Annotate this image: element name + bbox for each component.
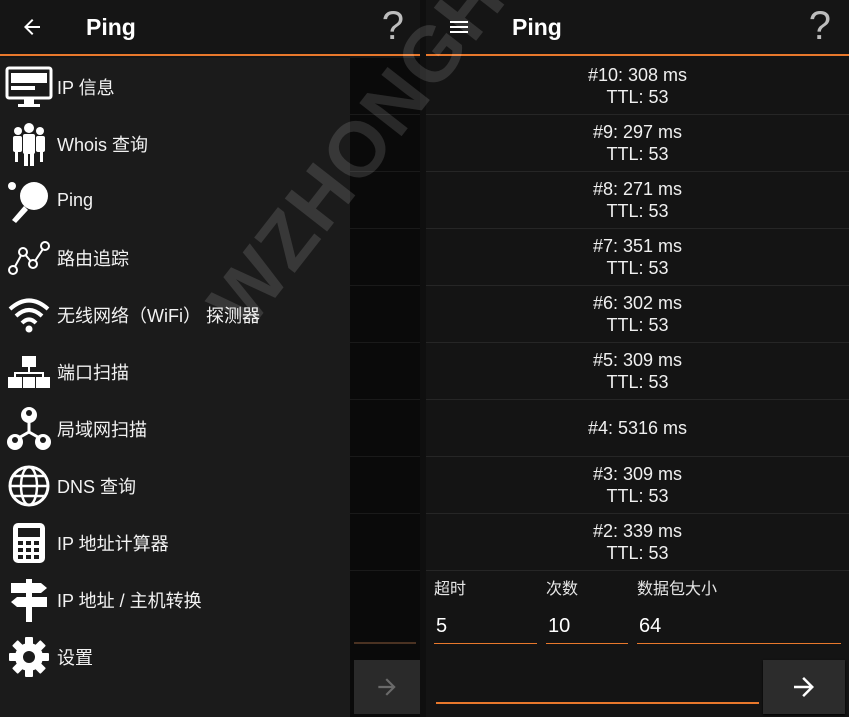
help-button[interactable]: ? bbox=[809, 4, 831, 48]
scrim-divider bbox=[350, 513, 420, 514]
drawer-item-settings[interactable]: 设置 bbox=[0, 628, 350, 685]
drawer-item-port-scan[interactable]: 端口扫描 bbox=[0, 343, 350, 400]
scrim-divider bbox=[350, 285, 420, 286]
result-time: #7: 351 ms bbox=[592, 236, 683, 256]
drawer-item-label: DNS 查询 bbox=[57, 476, 137, 497]
packet-size-input[interactable]: 64 bbox=[637, 606, 841, 644]
scrim-divider bbox=[350, 228, 420, 229]
drawer-item-ip-host-converter[interactable]: IP 地址 / 主机转换 bbox=[0, 571, 350, 628]
drawer-item-ip-info[interactable]: IP 信息 bbox=[0, 58, 350, 115]
list-item: #5: 309 ms TTL: 53 bbox=[426, 343, 849, 400]
result-ttl: TTL: 53 bbox=[606, 486, 669, 506]
result-time: #2: 339 ms bbox=[592, 521, 683, 541]
result-time: #4: 5316 ms bbox=[587, 418, 688, 438]
result-ttl: TTL: 53 bbox=[606, 543, 669, 563]
ping-settings-form: 超时 5 次数 10 数据包大小 64 bbox=[426, 570, 849, 717]
result-ttl: TTL: 53 bbox=[606, 258, 669, 278]
list-item: #3: 309 ms TTL: 53 bbox=[426, 457, 849, 514]
left-app-bar: Ping ? bbox=[0, 0, 420, 56]
result-time: #3: 309 ms bbox=[592, 464, 683, 484]
count-label: 次数 bbox=[546, 581, 579, 598]
globe-icon bbox=[0, 457, 57, 514]
back-button[interactable] bbox=[0, 0, 64, 54]
back-arrow-icon bbox=[24, 19, 40, 35]
wifi-icon bbox=[0, 286, 57, 343]
ping-pong-icon bbox=[0, 172, 57, 229]
result-ttl: TTL: 53 bbox=[606, 315, 669, 335]
drawer-scrim[interactable] bbox=[350, 58, 420, 717]
gear-icon bbox=[0, 628, 57, 685]
result-time: #8: 271 ms bbox=[592, 179, 683, 199]
ping-results-list[interactable]: #10: 308 ms TTL: 53 #9: 297 ms TTL: 53 #8:… bbox=[426, 58, 849, 571]
drawer-item-traceroute[interactable]: 路由追踪 bbox=[0, 229, 350, 286]
scrim-divider bbox=[350, 570, 420, 571]
scrim-divider bbox=[350, 171, 420, 172]
timeout-field: 超时 5 bbox=[434, 570, 537, 644]
list-item: #6: 302 ms TTL: 53 bbox=[426, 286, 849, 343]
list-item: #9: 297 ms TTL: 53 bbox=[426, 115, 849, 172]
host-input[interactable] bbox=[436, 660, 759, 704]
result-ttl: TTL: 53 bbox=[606, 372, 669, 392]
drawer-item-ip-calculator[interactable]: IP 地址计算器 bbox=[0, 514, 350, 571]
people-icon bbox=[0, 115, 57, 172]
dimmed-input-underline bbox=[354, 642, 416, 644]
drawer-item-ping[interactable]: Ping bbox=[0, 172, 350, 229]
list-item: #10: 308 ms TTL: 53 bbox=[426, 58, 849, 115]
hamburger-menu-icon bbox=[450, 21, 468, 33]
drawer-item-wifi-scanner[interactable]: 无线网络（WiFi） 探测器 bbox=[0, 286, 350, 343]
count-input[interactable]: 10 bbox=[546, 606, 628, 644]
result-time: #10: 308 ms bbox=[587, 65, 688, 85]
drawer-item-whois[interactable]: Whois 查询 bbox=[0, 115, 350, 172]
arrow-right-icon bbox=[794, 677, 814, 697]
result-time: #9: 297 ms bbox=[592, 122, 683, 142]
timeout-label: 超时 bbox=[434, 581, 467, 598]
help-button[interactable]: ? bbox=[382, 4, 404, 48]
drawer-item-label: IP 地址计算器 bbox=[57, 533, 169, 554]
drawer-item-label: 端口扫描 bbox=[57, 362, 129, 383]
page-title: Ping bbox=[86, 13, 136, 40]
packet-size-field: 数据包大小 64 bbox=[637, 570, 841, 644]
result-ttl: TTL: 53 bbox=[606, 201, 669, 221]
drawer-item-lan-scan[interactable]: 局域网扫描 bbox=[0, 400, 350, 457]
left-screen: Ping ? IP 信息 Whois 查询 Ping 路由追踪 无线网络（WiF… bbox=[0, 0, 420, 717]
drawer-item-label: Ping bbox=[57, 190, 94, 210]
route-nodes-icon bbox=[0, 229, 57, 286]
menu-button[interactable] bbox=[426, 0, 492, 54]
navigation-drawer: IP 信息 Whois 查询 Ping 路由追踪 无线网络（WiFi） 探测器 bbox=[0, 58, 350, 717]
scrim-divider bbox=[350, 456, 420, 457]
signpost-icon bbox=[0, 571, 57, 628]
monitor-icon bbox=[0, 58, 57, 115]
scrim-divider bbox=[350, 399, 420, 400]
list-item: #8: 271 ms TTL: 53 bbox=[426, 172, 849, 229]
lan-users-icon bbox=[0, 400, 57, 457]
list-item: #2: 339 ms TTL: 53 bbox=[426, 514, 849, 571]
dimmed-go-button bbox=[354, 660, 420, 714]
arrow-right-icon bbox=[378, 678, 396, 696]
drawer-item-label: 设置 bbox=[57, 647, 93, 668]
count-field: 次数 10 bbox=[546, 570, 628, 644]
result-time: #6: 302 ms bbox=[592, 293, 683, 313]
drawer-item-label: 局域网扫描 bbox=[57, 419, 147, 440]
drawer-item-label: 路由追踪 bbox=[57, 248, 129, 269]
drawer-item-label: IP 信息 bbox=[57, 77, 115, 98]
scrim-divider bbox=[350, 342, 420, 343]
packet-size-label: 数据包大小 bbox=[637, 581, 718, 598]
drawer-item-label: 无线网络（WiFi） 探测器 bbox=[57, 305, 260, 326]
calculator-icon bbox=[0, 514, 57, 571]
result-time: #5: 309 ms bbox=[592, 350, 683, 370]
result-ttl: TTL: 53 bbox=[606, 87, 669, 107]
timeout-input[interactable]: 5 bbox=[434, 606, 537, 644]
right-screen: Ping ? #10: 308 ms TTL: 53 #9: 297 ms TTL:… bbox=[426, 0, 849, 717]
drawer-item-dns-lookup[interactable]: DNS 查询 bbox=[0, 457, 350, 514]
result-ttl: TTL: 53 bbox=[606, 144, 669, 164]
right-app-bar: Ping ? bbox=[426, 0, 849, 56]
network-tree-icon bbox=[0, 343, 57, 400]
scrim-divider bbox=[350, 114, 420, 115]
list-item: #4: 5316 ms bbox=[426, 400, 849, 457]
start-ping-button[interactable] bbox=[763, 660, 845, 714]
drawer-item-label: Whois 查询 bbox=[57, 134, 149, 155]
drawer-item-label: IP 地址 / 主机转换 bbox=[57, 590, 202, 611]
list-item: #7: 351 ms TTL: 53 bbox=[426, 229, 849, 286]
page-title: Ping bbox=[512, 13, 562, 40]
